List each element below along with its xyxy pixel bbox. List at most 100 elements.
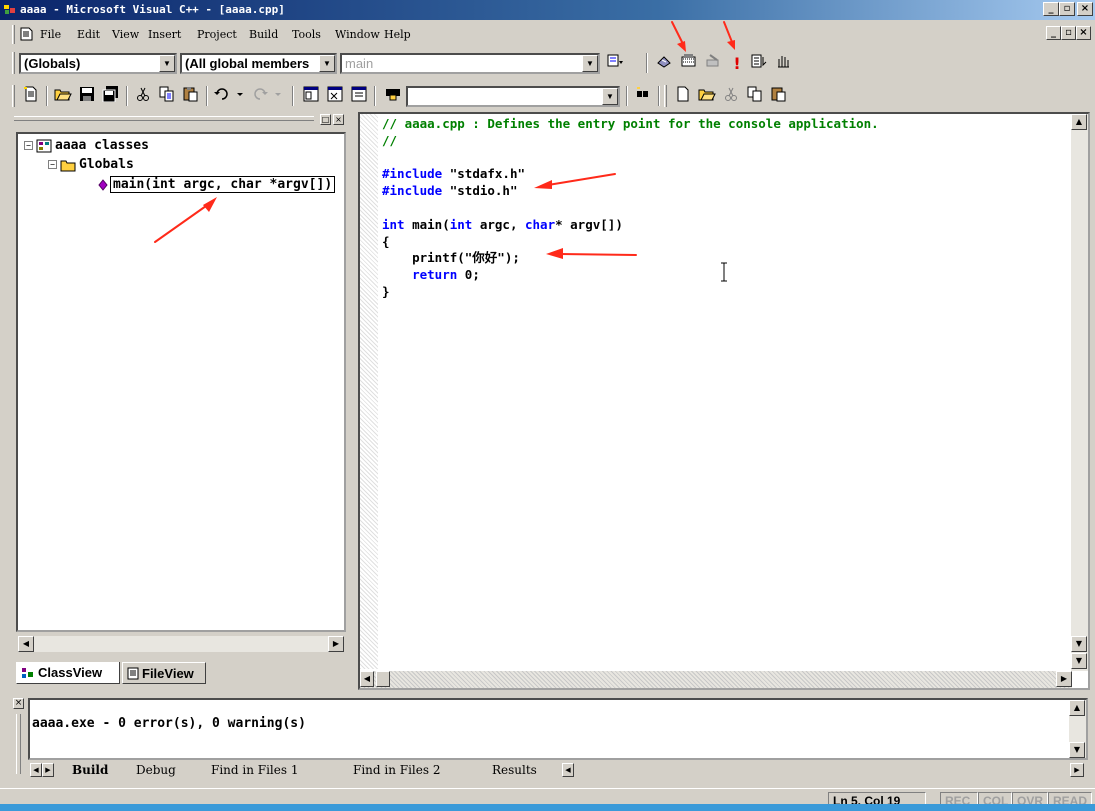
tree-root-row[interactable]: − aaaa classes <box>24 138 149 153</box>
paste-icon[interactable] <box>768 86 790 108</box>
open-folder-icon[interactable] <box>52 86 74 108</box>
build-icon[interactable] <box>678 53 700 75</box>
output-close-icon[interactable]: × <box>13 698 24 709</box>
tab-debug[interactable]: Debug <box>136 763 176 777</box>
scroll-right-icon[interactable]: ▶ <box>1070 763 1084 777</box>
output-side-bar[interactable]: × <box>12 696 26 784</box>
scroll-left-icon[interactable]: ◀ <box>360 671 374 687</box>
tab-find-in-files-1[interactable]: Find in Files 1 <box>211 763 298 777</box>
collapse-icon[interactable]: − <box>24 141 33 150</box>
code-line[interactable] <box>382 150 879 167</box>
code-line[interactable] <box>382 200 879 217</box>
window-list-icon[interactable] <box>348 86 370 108</box>
redo-icon[interactable] <box>250 86 286 108</box>
chevron-down-icon[interactable]: ▼ <box>582 55 598 72</box>
save-all-icon[interactable] <box>100 86 122 108</box>
member-combo[interactable]: main ▼ <box>340 53 600 74</box>
paste-icon[interactable] <box>180 86 202 108</box>
code-line[interactable]: #include "stdio.h" <box>382 183 879 200</box>
chevron-down-icon[interactable]: ▼ <box>602 88 618 105</box>
menu-tools[interactable]: Tools <box>292 28 321 41</box>
find-combo[interactable]: ▼ <box>406 86 620 107</box>
code-editor[interactable]: // aaaa.cpp : Defines the entry point fo… <box>358 112 1090 690</box>
scroll-thumb[interactable] <box>376 671 390 687</box>
tab-build[interactable]: Build <box>72 763 108 777</box>
output-toggle-icon[interactable] <box>324 86 346 108</box>
editor-hscrollbar[interactable]: ◀ ▶ <box>360 671 1072 688</box>
breakpoint-hand-icon[interactable] <box>772 53 794 75</box>
tree-function-row[interactable]: main(int argc, char *argv[]) <box>98 176 336 193</box>
new-file-icon[interactable] <box>672 86 694 108</box>
cut-icon[interactable] <box>132 86 154 108</box>
stop-build-icon[interactable] <box>702 53 724 75</box>
go-icon[interactable] <box>748 53 770 75</box>
doc-minimize-button[interactable]: _ <box>1046 26 1061 40</box>
code-line[interactable]: // <box>382 133 879 150</box>
compile-icon[interactable] <box>654 53 676 75</box>
close-button[interactable]: × <box>1077 2 1093 16</box>
tab-find-in-files-2[interactable]: Find in Files 2 <box>353 763 440 777</box>
copy-icon[interactable] <box>744 86 766 108</box>
scroll-left-icon[interactable]: ◀ <box>18 636 34 652</box>
workspace-grip[interactable] <box>14 116 314 121</box>
collapse-icon[interactable]: − <box>48 160 57 169</box>
execute-icon[interactable]: ! <box>726 53 748 75</box>
restore-button[interactable]: ▫ <box>1059 2 1075 16</box>
code-line[interactable]: return 0; <box>382 267 879 284</box>
scroll-down-icon[interactable]: ▼ <box>1071 636 1087 652</box>
chevron-down-icon[interactable]: ▼ <box>319 55 335 72</box>
copy-icon[interactable] <box>156 86 178 108</box>
doc-close-button[interactable]: × <box>1076 26 1091 40</box>
output-vscrollbar[interactable]: ▲ ▼ <box>1069 700 1086 758</box>
scroll-right-icon[interactable]: ▶ <box>1056 671 1072 687</box>
chevron-down-icon[interactable]: ▼ <box>159 55 175 72</box>
scroll-right-icon[interactable]: ▶ <box>328 636 344 652</box>
save-icon[interactable] <box>76 86 98 108</box>
new-text-file-icon[interactable] <box>20 86 42 108</box>
menu-view[interactable]: View <box>112 28 139 41</box>
code-line[interactable]: { <box>382 234 879 251</box>
output-text-area[interactable]: aaaa.exe - 0 error(s), 0 warning(s) ▲ ▼ <box>28 698 1088 760</box>
tab-scroll-right-icon[interactable]: ▶ <box>42 763 54 777</box>
menu-project[interactable]: Project <box>197 28 237 41</box>
code-line[interactable]: printf("你好"); <box>382 250 879 267</box>
workspace-hscrollbar[interactable]: ◀ ▶ <box>18 636 344 652</box>
tree-globals-row[interactable]: − Globals <box>48 157 134 172</box>
code-line[interactable]: int main(int argc, char* argv[]) <box>382 217 879 234</box>
toolbar-grip[interactable] <box>12 52 15 74</box>
tab-classview[interactable]: ClassView <box>16 662 120 684</box>
doc-restore-button[interactable]: ▫ <box>1061 26 1076 40</box>
wizard-action-icon[interactable] <box>604 53 626 75</box>
tab-fileview[interactable]: FileView <box>122 662 206 684</box>
menubar-grip[interactable] <box>12 25 15 44</box>
scroll-up-icon[interactable]: ▲ <box>1071 114 1087 130</box>
open-folder-icon[interactable] <box>696 86 718 108</box>
workspace-header[interactable]: □ × <box>12 112 350 128</box>
scroll-up-icon[interactable]: ▲ <box>1069 700 1085 716</box>
menu-file[interactable]: File <box>40 28 61 41</box>
minimize-button[interactable]: _ <box>1043 2 1059 16</box>
title-bar[interactable]: aaaa - Microsoft Visual C++ - [aaaa.cpp]… <box>0 0 1095 20</box>
menu-help[interactable]: Help <box>384 28 411 41</box>
code-text[interactable]: // aaaa.cpp : Defines the entry point fo… <box>382 116 879 301</box>
cut-icon[interactable] <box>720 86 742 108</box>
class-combo[interactable]: (Globals) ▼ <box>19 53 177 74</box>
workspace-toggle-icon[interactable] <box>300 86 322 108</box>
class-tree[interactable]: − aaaa classes − Globals main(int argc, … <box>16 132 346 632</box>
menu-edit[interactable]: Edit <box>77 28 100 41</box>
output-grip[interactable] <box>16 714 21 774</box>
editor-selection-margin[interactable] <box>360 114 378 669</box>
menu-window[interactable]: Window <box>335 28 380 41</box>
menu-insert[interactable]: Insert <box>148 28 181 41</box>
menu-build[interactable]: Build <box>249 28 278 41</box>
toolbar-grip[interactable] <box>664 85 667 107</box>
code-line[interactable]: } <box>382 284 879 301</box>
toolbar-grip[interactable] <box>12 85 15 107</box>
code-line[interactable]: // aaaa.cpp : Defines the entry point fo… <box>382 116 879 133</box>
tab-results[interactable]: Results <box>492 763 537 777</box>
undo-icon[interactable] <box>212 86 248 108</box>
find-icon[interactable] <box>632 86 654 108</box>
scroll-left-icon[interactable]: ◀ <box>562 763 574 777</box>
find-in-files-icon[interactable] <box>382 86 404 108</box>
document-icon[interactable] <box>20 27 33 41</box>
